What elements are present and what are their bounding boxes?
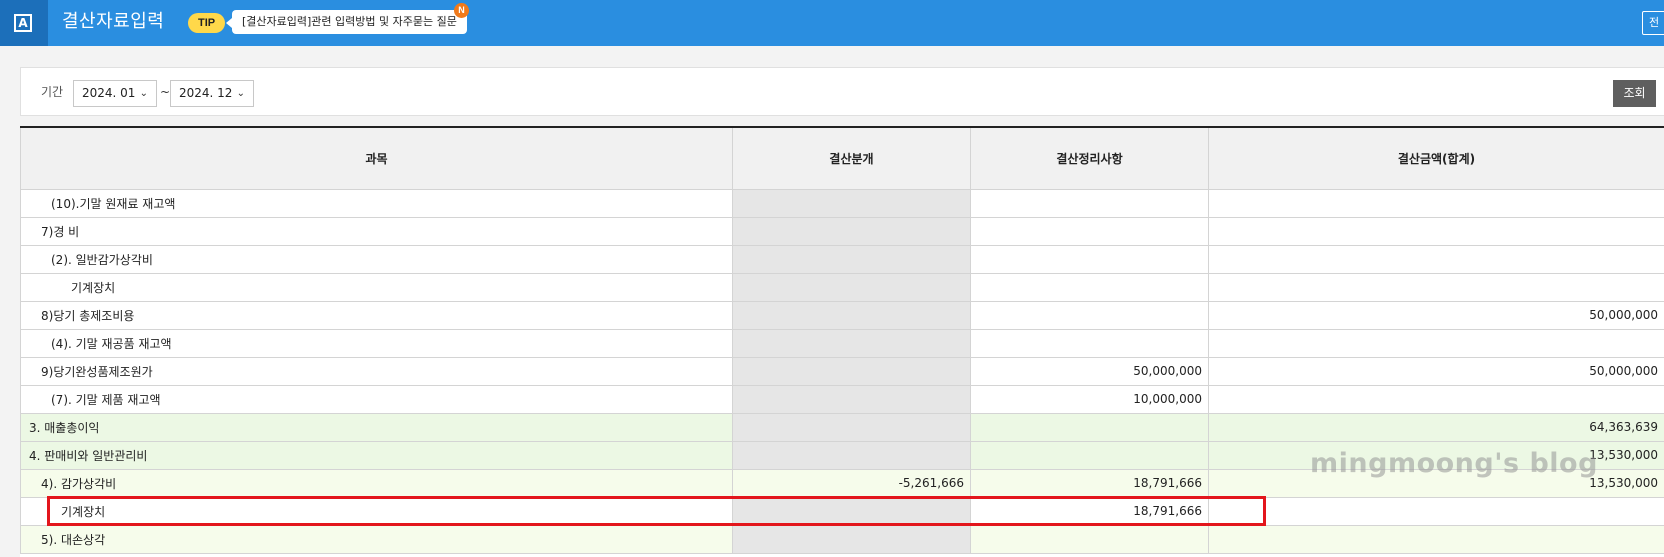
adjustment-cell[interactable] [970,272,1209,302]
logo-letter: A [14,14,32,32]
entry-cell[interactable] [732,272,971,302]
table-row[interactable]: 4. 판매비와 일반관리비 13,530,000 [20,440,1664,470]
app-logo[interactable]: A [0,0,48,46]
table-header-row: 과목 결산분개 결산정리사항 결산금액(합계) [20,128,1664,190]
tip-link[interactable]: [결산자료입력]관련 입력방법 및 자주묻는 질문 [226,10,467,34]
account-cell: 기계장치 [20,272,733,302]
adjustment-cell[interactable] [970,440,1209,470]
search-button[interactable]: 조회 [1613,80,1656,107]
account-cell: (10).기말 원재료 재고액 [20,188,733,218]
chevron-down-icon: ⌄ [236,88,245,99]
column-header-entry: 결산분개 [732,128,971,190]
entry-cell[interactable] [732,356,971,386]
account-cell: 5). 대손상각 [20,524,733,554]
table-row[interactable]: 3. 매출총이익 64,363,639 [20,412,1664,442]
page-title: 결산자료입력 [62,11,165,32]
account-cell: 7)경 비 [20,216,733,246]
period-separator: ~ [160,85,171,99]
account-cell: (4). 기말 재공품 재고액 [20,328,733,358]
total-cell [1208,188,1664,218]
total-cell: 13,530,000 [1208,468,1664,498]
settlement-table: 과목 결산분개 결산정리사항 결산금액(합계) (10).기말 원재료 재고액 … [20,126,1664,557]
total-cell: 50,000,000 [1208,300,1664,330]
tip-badge[interactable]: TIP [188,13,226,33]
account-cell: 4). 감가상각비 [20,468,733,498]
period-from-select[interactable]: 2024. 01 ⌄ [73,80,157,107]
adjustment-cell[interactable]: 18,791,666 [970,468,1209,498]
adjustment-cell[interactable] [970,188,1209,218]
entry-cell[interactable] [732,440,971,470]
total-cell [1208,272,1664,302]
period-to-value: 2024. 12 [179,86,233,100]
table-row[interactable]: (2). 일반감가상각비 [20,244,1664,274]
table-row[interactable]: (10).기말 원재료 재고액 [20,188,1664,218]
entry-cell[interactable] [732,384,971,414]
table-row[interactable]: 기계장치 18,791,666 [20,496,1664,526]
app-header: A 결산자료입력 TIP [결산자료입력]관련 입력방법 및 자주묻는 질문 N… [0,0,1664,46]
entry-cell[interactable] [732,496,971,526]
account-cell: 9)당기완성품제조원가 [20,356,733,386]
total-cell: 64,363,639 [1208,412,1664,442]
total-cell [1208,496,1664,526]
account-cell: 4. 판매비와 일반관리비 [20,440,733,470]
table-row[interactable]: (7). 기말 제품 재고액 10,000,000 [20,384,1664,414]
entry-cell[interactable] [732,244,971,274]
account-cell: (2). 일반감가상각비 [20,244,733,274]
period-to-select[interactable]: 2024. 12 ⌄ [170,80,254,107]
table-row[interactable]: 8)당기 총제조비용 50,000,000 [20,300,1664,330]
entry-cell[interactable] [732,412,971,442]
header-right-button[interactable]: 전 [1642,11,1664,35]
column-header-adjustment: 결산정리사항 [970,128,1209,190]
column-header-account: 과목 [20,128,733,190]
adjustment-cell[interactable] [970,216,1209,246]
total-cell: 50,000,000 [1208,356,1664,386]
adjustment-cell[interactable] [970,412,1209,442]
entry-cell[interactable] [732,524,971,554]
period-from-value: 2024. 01 [82,86,136,100]
column-header-total: 결산금액(합계) [1208,128,1664,190]
table-row[interactable]: (4). 기말 재공품 재고액 [20,328,1664,358]
total-cell [1208,328,1664,358]
table-row[interactable]: 기계장치 [20,272,1664,302]
account-cell: (7). 기말 제품 재고액 [20,384,733,414]
total-cell: 13,530,000 [1208,440,1664,470]
account-cell: 8)당기 총제조비용 [20,300,733,330]
table-row[interactable]: 4). 감가상각비 -5,261,666 18,791,666 13,530,0… [20,468,1664,498]
total-cell [1208,216,1664,246]
adjustment-cell[interactable]: 10,000,000 [970,384,1209,414]
total-cell [1208,244,1664,274]
adjustment-cell[interactable] [970,328,1209,358]
account-cell: 3. 매출총이익 [20,412,733,442]
total-cell [1208,524,1664,554]
total-cell [1208,384,1664,414]
account-cell: 기계장치 [20,496,733,526]
entry-cell[interactable]: -5,261,666 [732,468,971,498]
entry-cell[interactable] [732,216,971,246]
adjustment-cell[interactable] [970,244,1209,274]
adjustment-cell[interactable]: 50,000,000 [970,356,1209,386]
adjustment-cell[interactable]: 18,791,666 [970,496,1209,526]
adjustment-cell[interactable] [970,300,1209,330]
entry-cell[interactable] [732,300,971,330]
period-label: 기간 [41,85,64,99]
new-badge: N [454,3,469,18]
entry-cell[interactable] [732,188,971,218]
chevron-down-icon: ⌄ [139,88,148,99]
table-row[interactable]: 5). 대손상각 [20,524,1664,554]
adjustment-cell[interactable] [970,524,1209,554]
table-row[interactable]: 7)경 비 [20,216,1664,246]
table-row[interactable]: 9)당기완성품제조원가 50,000,000 50,000,000 [20,356,1664,386]
filter-panel: 기간 2024. 01 ⌄ ~ 2024. 12 ⌄ 조회 [20,67,1664,116]
entry-cell[interactable] [732,328,971,358]
